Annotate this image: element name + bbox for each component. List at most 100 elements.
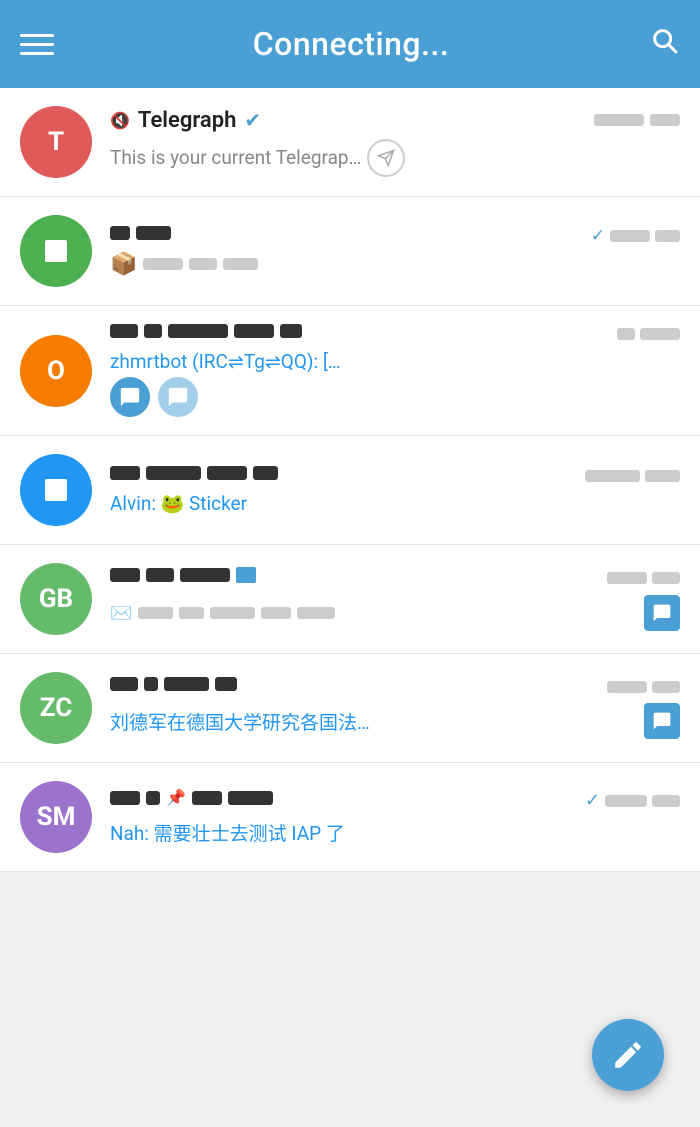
- name-block4: [215, 677, 237, 691]
- name-block1: [110, 568, 140, 582]
- chat-preview: zhmrtbot (IRC⇌Tg⇌QQ): […: [110, 350, 341, 373]
- time-block: [607, 572, 647, 584]
- name-block3: [180, 568, 230, 582]
- name-block2: [144, 324, 162, 338]
- chat-content: 刘德军在德国大学研究各国法…: [110, 677, 680, 739]
- preview-row: ✉️: [110, 595, 680, 631]
- envelope-icon: ✉️: [110, 603, 132, 624]
- chat-header: [110, 567, 680, 589]
- time-block2: [652, 795, 680, 807]
- unread-icon: [110, 377, 150, 417]
- unread-icon2: [158, 377, 198, 417]
- chat-content: 🔇 Telegraph ✔ This is your current Teleg…: [110, 108, 680, 177]
- chat-item[interactable]: GB ✉️: [0, 545, 700, 654]
- topbar-title: Connecting...: [253, 25, 449, 63]
- time-area: [607, 681, 680, 693]
- chat-content: Alvin: 🐸 Sticker: [110, 466, 680, 515]
- avatar-letter: O: [47, 356, 65, 386]
- time-redacted: [594, 114, 644, 126]
- share-icon: [367, 139, 405, 177]
- avatar: O: [20, 335, 92, 407]
- time-block2: [652, 681, 680, 693]
- avatar: [20, 215, 92, 287]
- preview-block3: [210, 607, 255, 619]
- preview-row: This is your current Telegrap…: [110, 139, 680, 177]
- chat-header: [110, 466, 680, 486]
- time-block: [585, 470, 640, 482]
- preview-row: Nah: 需要壮士去测试 IAP 了: [110, 819, 680, 846]
- action-icon: [644, 703, 680, 739]
- avatar-shape: [45, 240, 67, 262]
- pin-icon: 📌: [166, 788, 186, 807]
- avatar-letter: ZC: [40, 693, 72, 723]
- chat-content: ✓ 📦: [110, 226, 680, 277]
- name-block3: [207, 466, 247, 480]
- chat-name-row: 🔇 Telegraph ✔: [110, 108, 594, 133]
- avatar-shape: [45, 479, 67, 501]
- preview-block5: [297, 607, 335, 619]
- name-block3: [164, 677, 209, 691]
- chat-header: ✓: [110, 226, 680, 246]
- time-block2: [652, 572, 680, 584]
- avatar: GB: [20, 563, 92, 635]
- chat-time-area: [594, 114, 680, 126]
- compose-icon: [611, 1038, 645, 1072]
- mute-icon: 🔇: [110, 111, 130, 130]
- time-block2: [655, 230, 680, 242]
- preview-block2: [189, 258, 217, 270]
- chat-item[interactable]: T 🔇 Telegraph ✔ This is your current Tel…: [0, 88, 700, 197]
- chat-content: 📌 ✓ Nah: 需要壮士去测试 IAP 了: [110, 788, 680, 846]
- name-block3: [168, 324, 228, 338]
- name-block5: [280, 324, 302, 338]
- checkmark-icon: ✓: [591, 226, 605, 246]
- time-redacted2: [650, 114, 680, 126]
- time-block: [605, 795, 647, 807]
- chat-item[interactable]: ZC 刘德军在德国大学研究各国法…: [0, 654, 700, 763]
- name-row: [110, 567, 607, 583]
- avatar: SM: [20, 781, 92, 853]
- name-block4: [228, 791, 273, 805]
- name-row: [110, 324, 617, 338]
- chat-item[interactable]: SM 📌 ✓ Nah: 需要壮士去测试 IAP 了: [0, 763, 700, 872]
- name-block4: [234, 324, 274, 338]
- preview-block3: [223, 258, 258, 270]
- time-block2: [645, 470, 680, 482]
- chat-item[interactable]: O zhmrtbot (IRC⇌Tg⇌QQ): […: [0, 306, 700, 436]
- avatar-letter: GB: [39, 584, 73, 614]
- time-block: [607, 681, 647, 693]
- avatar: [20, 454, 92, 526]
- time-area: [585, 470, 680, 482]
- time-block1: [617, 328, 635, 340]
- avatar: T: [20, 106, 92, 178]
- time-area: [617, 328, 680, 340]
- name-block2: [146, 791, 160, 805]
- name-block1: [110, 677, 138, 691]
- chat-header: [110, 677, 680, 697]
- preview-row: 📦: [110, 252, 680, 277]
- chat-content: ✉️: [110, 567, 680, 631]
- name-row: [110, 466, 585, 480]
- chat-header: [110, 324, 680, 344]
- name-block4: [253, 466, 278, 480]
- compose-fab[interactable]: [592, 1019, 664, 1091]
- name-row: [110, 226, 591, 240]
- menu-button[interactable]: [20, 34, 54, 55]
- chat-list: T 🔇 Telegraph ✔ This is your current Tel…: [0, 88, 700, 872]
- preview-block1: [143, 258, 183, 270]
- name-block2: [146, 466, 201, 480]
- chat-header: 📌 ✓: [110, 788, 680, 813]
- name-block1: [110, 466, 140, 480]
- name-block2: [146, 568, 174, 582]
- name-block1: [110, 324, 138, 338]
- chat-item[interactable]: Alvin: 🐸 Sticker: [0, 436, 700, 545]
- checkmark-icon: ✓: [585, 790, 600, 811]
- action-icon: [644, 595, 680, 631]
- chat-item[interactable]: ✓ 📦: [0, 197, 700, 306]
- meta-row: [110, 377, 680, 417]
- name-row: 📌: [110, 788, 585, 807]
- name-block2: [136, 226, 171, 240]
- chat-name: Telegraph: [138, 108, 236, 133]
- topbar: Connecting...: [0, 0, 700, 88]
- chat-preview: Nah: 需要壮士去测试 IAP 了: [110, 819, 345, 846]
- search-button[interactable]: [648, 24, 680, 64]
